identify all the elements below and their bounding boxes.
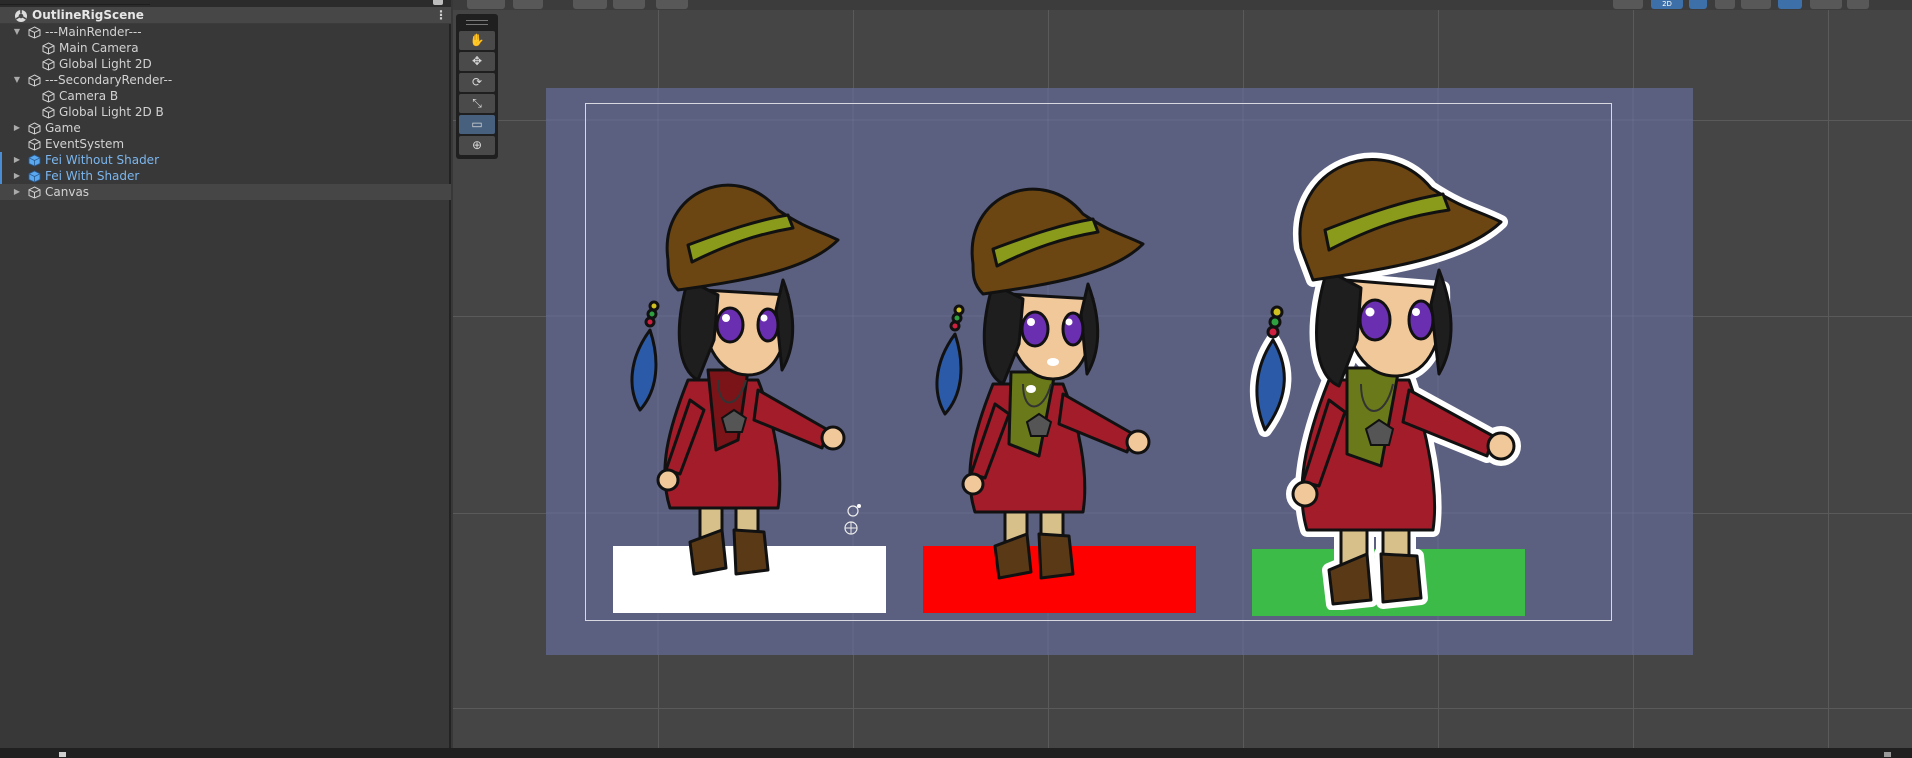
gizmos-toggle[interactable]	[1847, 0, 1869, 9]
lighting-toggle[interactable]	[1689, 0, 1707, 9]
gameobject-cube-icon	[42, 106, 55, 119]
rect-tool-icon[interactable]: ▭	[459, 115, 495, 134]
fei-with-shader-character[interactable]	[923, 174, 1153, 594]
grid-line	[453, 708, 1912, 709]
prefab-override-marker	[0, 168, 2, 184]
camera-settings-dropdown[interactable]	[1810, 0, 1842, 9]
scene-toolbar: 2D	[453, 0, 1912, 10]
scene-tools-palette: ✋ ✥ ⟳ ⤡ ▭ ⊕	[456, 14, 498, 159]
move-tool-icon[interactable]: ✥	[459, 52, 495, 71]
hierarchy-item-label: ---SecondaryRender--	[45, 73, 173, 87]
hierarchy-item-label: Fei With Shader	[45, 169, 140, 183]
hierarchy-item-label: Global Light 2D B	[59, 105, 164, 119]
hierarchy-panel: OutlineRigScene ⋮ ▼ ---MainRender--- Main …	[0, 0, 451, 748]
gameobject-cube-icon	[28, 74, 41, 87]
fei-without-shader-character[interactable]	[618, 170, 848, 590]
hierarchy-item[interactable]: Camera B	[0, 88, 451, 104]
hierarchy-item[interactable]: ▶ Game	[0, 120, 451, 136]
hierarchy-search-field[interactable]	[0, 0, 150, 5]
collapse-arrow-icon[interactable]: ▶	[12, 168, 22, 184]
collapse-arrow-icon[interactable]: ▶	[12, 120, 22, 136]
hierarchy-item-label: Game	[45, 121, 81, 135]
shading-dropdown[interactable]	[1613, 0, 1643, 9]
hierarchy-item-label: Main Camera	[59, 41, 139, 55]
light-gizmo-icon[interactable]	[842, 502, 864, 536]
pivot-toggle[interactable]	[573, 0, 607, 9]
gameobject-cube-icon	[42, 58, 55, 71]
expand-arrow-icon[interactable]: ▼	[12, 24, 22, 40]
hierarchy-toolbar	[0, 0, 451, 7]
rotate-tool-icon[interactable]: ⟳	[459, 73, 495, 92]
hierarchy-item-label: Camera B	[59, 89, 119, 103]
hierarchy-item-label: EventSystem	[45, 137, 125, 151]
draw-mode-dropdown[interactable]	[467, 0, 505, 9]
scene-name: OutlineRigScene	[32, 8, 144, 22]
hierarchy-item[interactable]: Global Light 2D	[0, 56, 451, 72]
hand-tool-icon[interactable]: ✋	[459, 31, 495, 50]
gameobject-cube-icon	[42, 42, 55, 55]
snap-toggle[interactable]	[613, 0, 645, 9]
hierarchy-item[interactable]: EventSystem	[0, 136, 451, 152]
hierarchy-item-label: Global Light 2D	[59, 57, 152, 71]
gizmo-dropdown[interactable]	[513, 0, 543, 9]
hierarchy-item-label: ---MainRender---	[45, 25, 142, 39]
scene-view[interactable]: 2D ✋ ✥ ⟳ ⤡ ▭ ⊕	[453, 0, 1912, 748]
hierarchy-item[interactable]: Main Camera	[0, 40, 451, 56]
prefab-cube-icon	[28, 154, 41, 167]
hierarchy-options-button[interactable]	[433, 0, 443, 5]
scene-menu-kebab-icon[interactable]: ⋮	[435, 9, 447, 22]
unity-scene-icon	[15, 10, 27, 22]
hierarchy-item[interactable]: ▶ Canvas	[0, 184, 451, 200]
scale-tool-icon[interactable]: ⤡	[459, 94, 495, 113]
2d-mode-toggle[interactable]: 2D	[1651, 0, 1683, 9]
gameobject-cube-icon	[28, 138, 41, 151]
visibility-toggle[interactable]	[1778, 0, 1802, 9]
status-bar	[0, 748, 1912, 758]
prefab-cube-icon	[28, 170, 41, 183]
transform-tool-icon[interactable]: ⊕	[459, 136, 495, 155]
status-indicator-icon	[1884, 752, 1891, 757]
hierarchy-item-label: Canvas	[45, 185, 90, 199]
grid-toggle[interactable]	[656, 0, 688, 9]
unity-editor: OutlineRigScene ⋮ ▼ ---MainRender--- Main …	[0, 0, 1912, 758]
gameobject-cube-icon	[42, 90, 55, 103]
prefab-override-marker	[0, 152, 2, 168]
collapse-arrow-icon[interactable]: ▶	[12, 184, 22, 200]
audio-toggle[interactable]	[1715, 0, 1735, 9]
console-icon[interactable]	[59, 752, 66, 757]
hierarchy-item[interactable]: Global Light 2D B	[0, 104, 451, 120]
gameobject-cube-icon	[28, 26, 41, 39]
hierarchy-item-label: Fei Without Shader	[45, 153, 159, 167]
effects-dropdown[interactable]	[1741, 0, 1771, 9]
collapse-arrow-icon[interactable]: ▶	[12, 152, 22, 168]
gameobject-cube-icon	[28, 122, 41, 135]
fei-outlined-character[interactable]	[1243, 140, 1533, 610]
hierarchy-item[interactable]: ▶ Fei Without Shader	[0, 152, 451, 168]
hierarchy-item[interactable]: ▼ ---SecondaryRender--	[0, 72, 451, 88]
hierarchy-item[interactable]: ▶ Fei With Shader	[0, 168, 451, 184]
hierarchy-item[interactable]: ▼ ---MainRender---	[0, 24, 451, 40]
gameobject-cube-icon	[28, 186, 41, 199]
expand-arrow-icon[interactable]: ▼	[12, 72, 22, 88]
palette-grip-handle[interactable]	[466, 20, 488, 25]
scene-header-row[interactable]: OutlineRigScene ⋮	[0, 7, 451, 24]
